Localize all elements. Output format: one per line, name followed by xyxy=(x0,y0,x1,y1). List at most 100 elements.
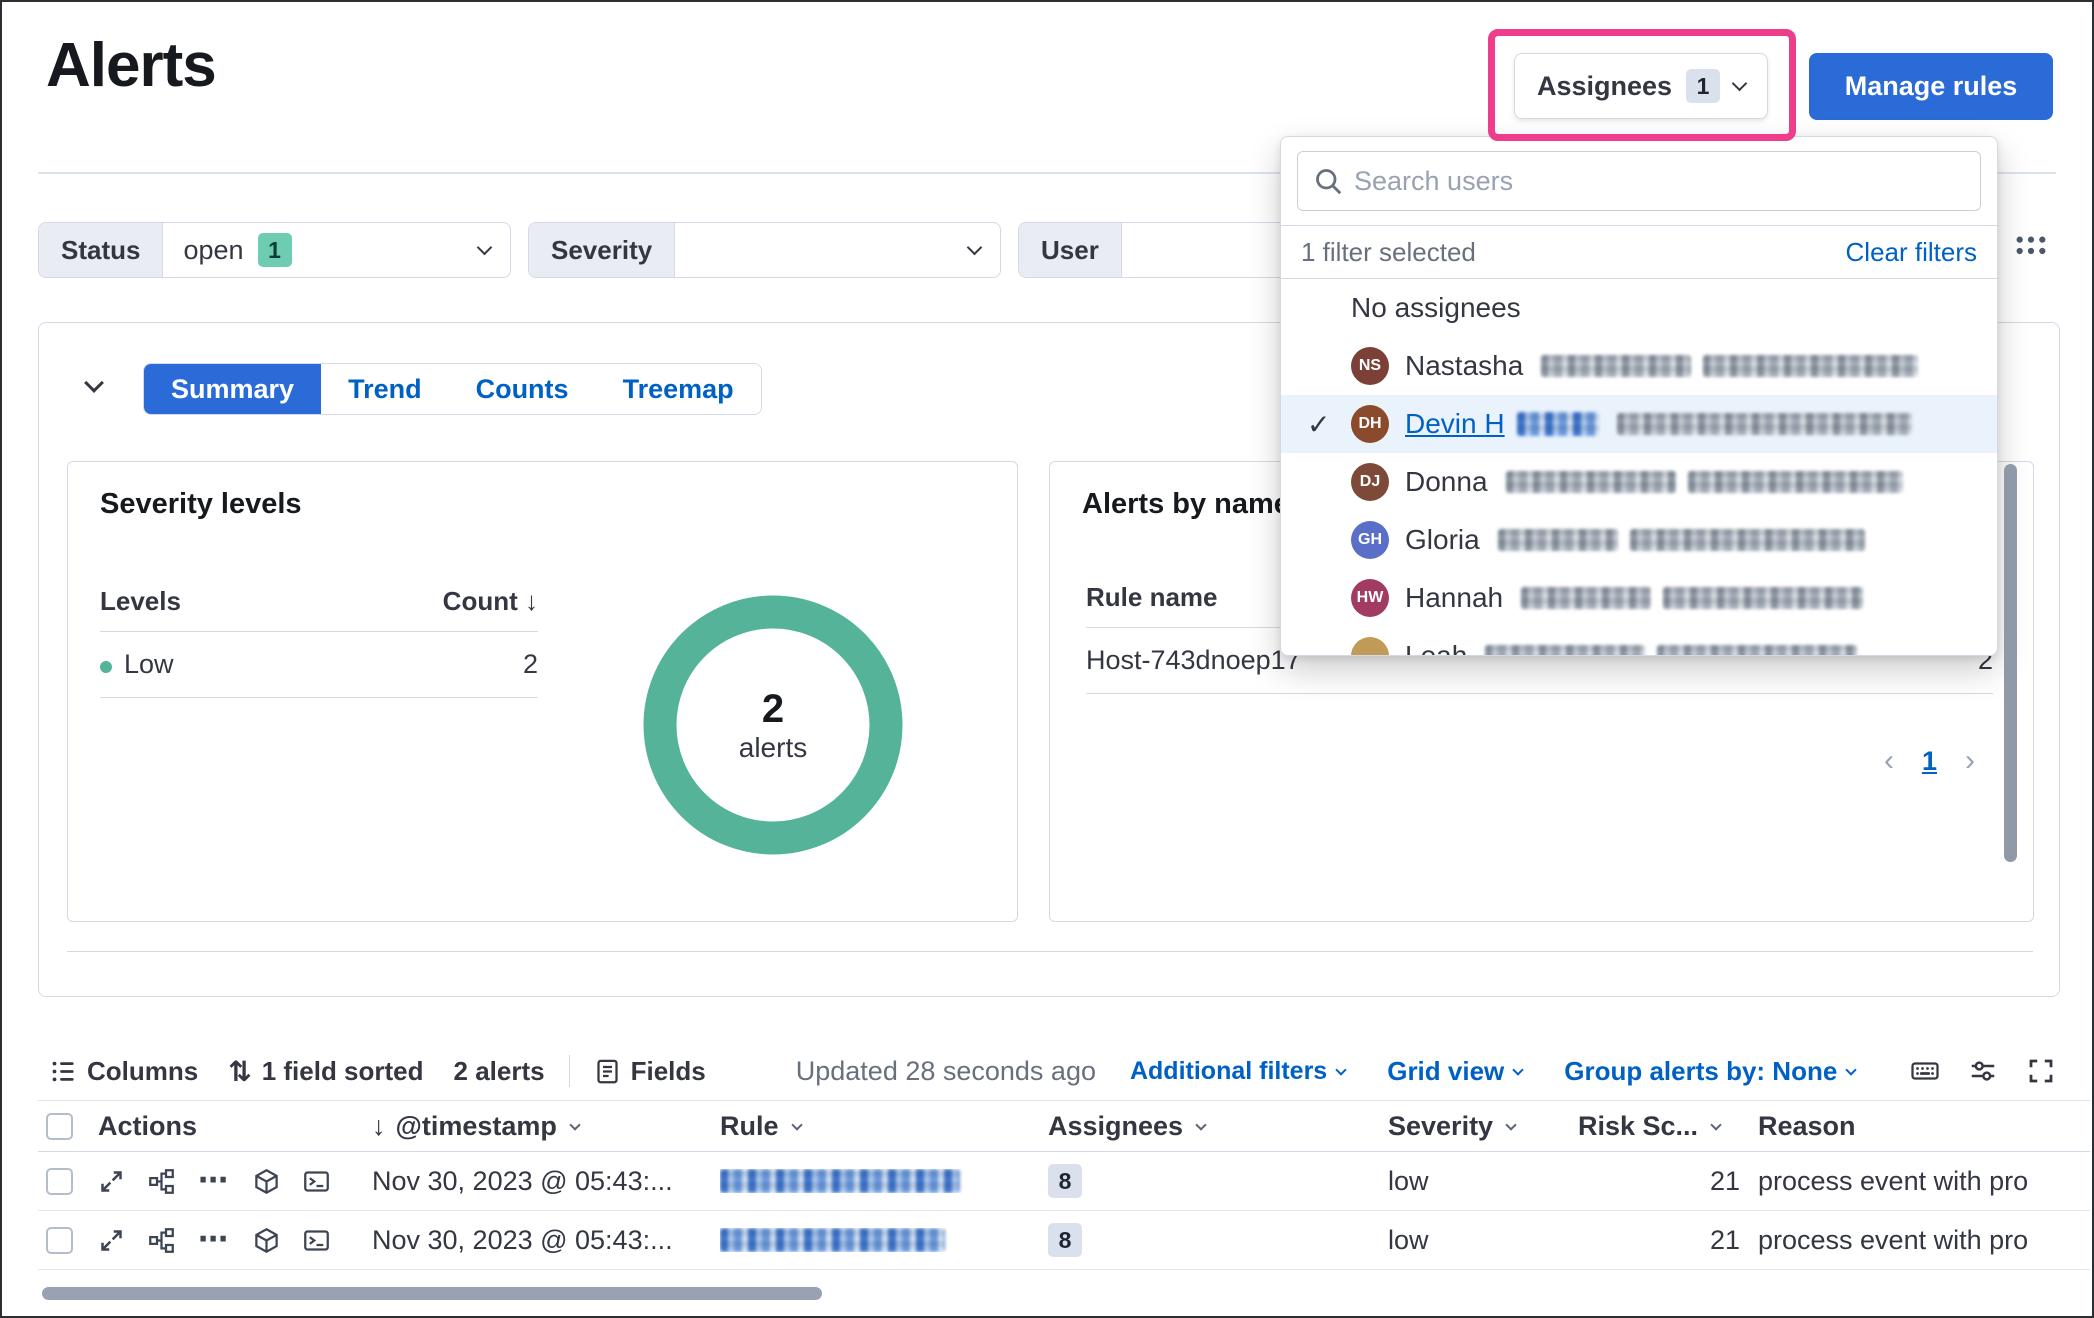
severity-levels-title: Severity levels xyxy=(100,488,302,521)
osquery-cube-icon[interactable] xyxy=(253,1168,280,1195)
alerts-table-header-row: Actions ↓ @timestamp Rule Assignees Seve… xyxy=(38,1100,2090,1152)
alert-timestamp: Nov 30, 2023 @ 05:43:... xyxy=(372,1166,720,1197)
session-view-icon[interactable] xyxy=(303,1168,330,1195)
severity-level-name: Low xyxy=(124,649,174,679)
row-checkbox[interactable] xyxy=(46,1168,73,1195)
severity-column-header[interactable]: Severity xyxy=(1388,1111,1578,1142)
option-no-assignees[interactable]: No assignees xyxy=(1281,279,1997,337)
redacted-rule-name[interactable] xyxy=(720,1228,945,1252)
redacted-user-details xyxy=(1688,471,1903,493)
row-checkbox[interactable] xyxy=(46,1227,73,1254)
reason-column-header: Reason xyxy=(1758,1111,2090,1142)
user-first-name: Hannah xyxy=(1405,582,1503,614)
chevron-down-icon xyxy=(1513,1064,1524,1075)
avatar: DH xyxy=(1351,405,1389,443)
rule-column-header[interactable]: Rule xyxy=(720,1111,1048,1142)
alert-timestamp: Nov 30, 2023 @ 05:43:... xyxy=(372,1225,720,1256)
option-user[interactable]: HW Hannah xyxy=(1281,569,1997,627)
filter-bar: Status open 1 Severity User xyxy=(38,222,1491,278)
display-options-icon[interactable] xyxy=(1968,1056,1998,1086)
fields-button[interactable]: Fields xyxy=(594,1056,706,1087)
severity-level-count: 2 xyxy=(523,649,538,680)
tab-trend[interactable]: Trend xyxy=(321,364,449,414)
expand-alert-icon[interactable] xyxy=(98,1168,125,1195)
page-number[interactable]: 1 xyxy=(1922,746,1937,777)
timestamp-column-header[interactable]: ↓ @timestamp xyxy=(372,1111,720,1142)
avatar xyxy=(1351,637,1389,656)
filter-sets-icon[interactable] xyxy=(2014,234,2048,257)
status-count-badge: 1 xyxy=(258,233,292,267)
alert-count-label: 2 alerts xyxy=(454,1056,545,1087)
columns-button[interactable]: Columns xyxy=(50,1056,198,1087)
session-view-icon[interactable] xyxy=(303,1227,330,1254)
option-user[interactable]: GH Gloria xyxy=(1281,511,1997,569)
search-icon xyxy=(1314,167,1342,195)
alert-row: ⋯ Nov 30, 2023 @ 05:43:... 8 low 21 proc… xyxy=(38,1211,2090,1270)
severity-level-row: Low 2 xyxy=(100,632,538,698)
chevron-down-icon xyxy=(1195,1119,1206,1130)
redacted-user-details xyxy=(1630,529,1865,551)
fullscreen-icon[interactable] xyxy=(2026,1056,2056,1086)
additional-filters-button[interactable]: Additional filters xyxy=(1130,1057,1345,1086)
alert-reason: process event with pro xyxy=(1758,1166,2090,1197)
assignees-count-badge[interactable]: 8 xyxy=(1048,1223,1082,1257)
user-first-name: Gloria xyxy=(1405,524,1480,556)
horizontal-scrollbar[interactable] xyxy=(42,1287,822,1300)
expand-alert-icon[interactable] xyxy=(98,1227,125,1254)
sort-fields-button[interactable]: ⇅ 1 field sorted xyxy=(228,1055,423,1088)
chevron-down-icon xyxy=(569,1119,580,1130)
collapse-charts-chevron-icon[interactable] xyxy=(87,377,101,395)
alerts-table: Actions ↓ @timestamp Rule Assignees Seve… xyxy=(38,1100,2090,1270)
actions-column-header: Actions xyxy=(98,1111,372,1142)
analyzer-graph-icon[interactable] xyxy=(148,1227,175,1254)
user-first-name: Leah xyxy=(1405,640,1467,656)
user-search-box[interactable] xyxy=(1297,151,1981,211)
tab-treemap[interactable]: Treemap xyxy=(596,364,761,414)
tab-counts[interactable]: Counts xyxy=(449,364,596,414)
popup-scrollbar[interactable] xyxy=(2004,464,2017,862)
donut-total-value: 2 xyxy=(762,687,784,732)
chart-view-tabs: Summary Trend Counts Treemap xyxy=(143,363,762,415)
redacted-rule-name[interactable] xyxy=(720,1169,960,1193)
tab-summary[interactable]: Summary xyxy=(144,364,321,414)
more-actions-icon[interactable]: ⋯ xyxy=(198,1176,230,1186)
option-user-selected[interactable]: ✓ DH Devin H xyxy=(1281,395,1997,453)
manage-rules-button[interactable]: Manage rules xyxy=(1809,53,2053,120)
select-all-checkbox[interactable] xyxy=(46,1113,73,1140)
sort-down-arrow-icon: ↓ xyxy=(372,1111,386,1142)
user-first-name: Nastasha xyxy=(1405,350,1523,382)
redacted-user-details xyxy=(1506,471,1676,493)
group-alerts-by-button[interactable]: Group alerts by: None xyxy=(1564,1056,1855,1087)
columns-icon xyxy=(50,1058,77,1085)
updated-status-text: Updated 28 seconds ago xyxy=(796,1056,1096,1087)
redacted-user-details xyxy=(1617,413,1912,435)
assignees-filter-button[interactable]: Assignees 1 xyxy=(1514,53,1768,119)
redacted-user-details xyxy=(1663,587,1863,609)
next-page-chevron-icon[interactable]: › xyxy=(1965,744,1975,778)
analyzer-graph-icon[interactable] xyxy=(148,1168,175,1195)
status-filter[interactable]: Status open 1 xyxy=(38,222,511,278)
risk-score-column-header[interactable]: Risk Sc... xyxy=(1578,1111,1758,1142)
user-first-name: Devin H xyxy=(1405,408,1505,440)
previous-page-chevron-icon[interactable]: ‹ xyxy=(1884,744,1894,778)
osquery-cube-icon[interactable] xyxy=(253,1227,280,1254)
alerts-page: Alerts Assignees 1 Manage rules Status o… xyxy=(0,0,2094,1318)
option-user[interactable]: Leah xyxy=(1281,627,1997,656)
user-first-name: Donna xyxy=(1405,466,1488,498)
assignees-count-badge[interactable]: 8 xyxy=(1048,1164,1082,1198)
severity-filter[interactable]: Severity xyxy=(528,222,1001,278)
option-user[interactable]: NS Nastasha xyxy=(1281,337,1997,395)
more-actions-icon[interactable]: ⋯ xyxy=(198,1235,230,1245)
clear-filters-link[interactable]: Clear filters xyxy=(1846,237,1977,268)
redacted-user-details xyxy=(1521,587,1651,609)
search-users-input[interactable] xyxy=(1354,166,1964,197)
redacted-user-details xyxy=(1541,355,1691,377)
severity-levels-card: Severity levels Levels Count ↓ Low 2 xyxy=(67,461,1018,922)
count-column-header[interactable]: Count ↓ xyxy=(443,586,538,617)
assignees-button-label: Assignees xyxy=(1537,71,1672,102)
option-user[interactable]: DJ Donna xyxy=(1281,453,1997,511)
assignees-column-header[interactable]: Assignees xyxy=(1048,1111,1388,1142)
grid-view-button[interactable]: Grid view xyxy=(1387,1056,1522,1087)
user-filter-label: User xyxy=(1019,223,1122,277)
keyboard-shortcuts-icon[interactable] xyxy=(1910,1056,1940,1086)
